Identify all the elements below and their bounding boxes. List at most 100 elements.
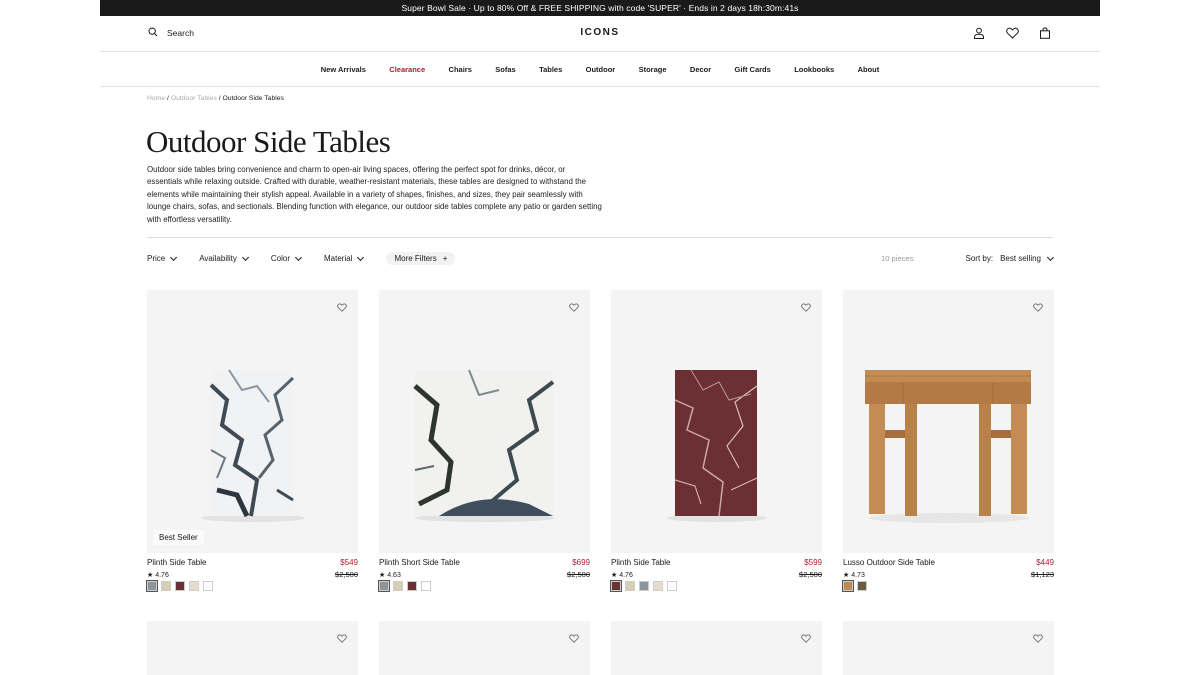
main-nav: New Arrivals Clearance Chairs Sofas Tabl… <box>100 52 1100 87</box>
product-card[interactable]: Best Seller Plinth Side Table $549 $2,50… <box>146 290 358 602</box>
wishlist-heart-icon[interactable] <box>569 299 579 312</box>
teak-wood-table-image <box>865 370 1031 523</box>
product-image[interactable] <box>611 621 822 675</box>
product-original-price: $2,500 <box>567 570 590 579</box>
promo-banner[interactable]: Super Bowl Sale · Up to 80% Off & FREE S… <box>100 0 1100 16</box>
best-seller-badge: Best Seller <box>153 530 204 545</box>
wishlist-heart-icon[interactable] <box>337 299 347 312</box>
product-card[interactable]: Lusso Outdoor Side Table $449 $1,123 ★ 4… <box>842 290 1054 602</box>
promo-text: Super Bowl Sale · Up to 80% Off & FREE S… <box>401 3 799 13</box>
product-name[interactable]: Plinth Side Table <box>147 558 206 567</box>
swatch-blue-marble[interactable] <box>639 581 649 591</box>
product-original-price: $1,123 <box>1031 570 1054 579</box>
filter-color-label: Color <box>270 254 291 263</box>
swatch-cream[interactable] <box>189 581 199 591</box>
wishlist-heart-icon[interactable] <box>569 630 579 643</box>
swatch-blue-marble[interactable] <box>378 580 390 592</box>
product-image[interactable] <box>379 290 590 553</box>
more-filters-label: More Filters <box>394 254 437 263</box>
swatch-travertine[interactable] <box>393 581 403 591</box>
page: Super Bowl Sale · Up to 80% Off & FREE S… <box>100 0 1100 675</box>
product-image[interactable]: Best Seller <box>147 290 358 553</box>
breadcrumb-current: Outdoor Side Tables <box>222 95 284 102</box>
breadcrumb-home[interactable]: Home <box>147 95 165 102</box>
wishlist-heart-icon[interactable] <box>1006 27 1019 40</box>
product-info: Plinth Side Table $549 $2,500 ★ 4.76 <box>146 558 358 602</box>
swatch-white[interactable] <box>421 581 431 591</box>
nav-item-decor[interactable]: Decor <box>678 65 723 74</box>
nav-item-about[interactable]: About <box>846 65 891 74</box>
nav-item-clearance[interactable]: Clearance <box>378 65 437 74</box>
wishlist-heart-icon[interactable] <box>1033 630 1043 643</box>
sort-dropdown[interactable]: Sort by: Best selling <box>965 253 1055 263</box>
product-sale-price: $549 <box>340 558 358 567</box>
filter-color[interactable]: Color <box>270 253 303 263</box>
product-image[interactable] <box>379 621 590 675</box>
filter-price-label: Price <box>147 254 166 263</box>
breadcrumb-outdoor-tables[interactable]: Outdoor Tables <box>171 95 217 102</box>
product-image[interactable] <box>147 621 358 675</box>
brand-logo[interactable]: ICONS <box>100 27 1100 38</box>
wishlist-heart-icon[interactable] <box>337 630 347 643</box>
nav-item-sofas[interactable]: Sofas <box>484 65 528 74</box>
color-swatches <box>146 580 213 592</box>
nav-item-gift-cards[interactable]: Gift Cards <box>723 65 783 74</box>
product-card[interactable] <box>843 621 1054 675</box>
product-card[interactable]: Plinth Short Side Table $699 $2,500 ★ 4.… <box>378 290 590 602</box>
product-name[interactable]: Lusso Outdoor Side Table <box>843 558 935 567</box>
filter-availability[interactable]: Availability <box>199 253 249 263</box>
product-rating: ★ 4.63 <box>379 572 401 579</box>
filter-material-label: Material <box>324 254 353 263</box>
nav-item-tables[interactable]: Tables <box>527 65 574 74</box>
wishlist-heart-icon[interactable] <box>1033 299 1043 312</box>
chevron-down-icon <box>1046 253 1055 261</box>
swatch-cream[interactable] <box>653 581 663 591</box>
product-name[interactable]: Plinth Side Table <box>611 558 670 567</box>
site-header: Search ICONS <box>100 16 1100 52</box>
product-card[interactable] <box>147 621 358 675</box>
product-card[interactable] <box>379 621 590 675</box>
swatch-travertine[interactable] <box>625 581 635 591</box>
swatch-blue-marble[interactable] <box>146 580 158 592</box>
swatch-travertine[interactable] <box>161 581 171 591</box>
nav-item-storage[interactable]: Storage <box>627 65 678 74</box>
product-card[interactable]: Plinth Side Table $599 $2,500 ★ 4.76 <box>610 290 822 602</box>
wishlist-heart-icon[interactable] <box>801 630 811 643</box>
nav-item-chairs[interactable]: Chairs <box>437 65 484 74</box>
white-blue-marble-cube-image <box>201 369 305 522</box>
swatch-white[interactable] <box>203 581 213 591</box>
product-sale-price: $599 <box>804 558 822 567</box>
swatch-dark-teak[interactable] <box>857 581 867 591</box>
product-card[interactable] <box>611 621 822 675</box>
product-info: Plinth Short Side Table $699 $2,500 ★ 4.… <box>378 558 590 602</box>
plus-icon: + <box>442 254 448 263</box>
page-title: Outdoor Side Tables <box>146 124 391 159</box>
product-rating: ★ 4.73 <box>843 572 865 579</box>
swatch-red-marble[interactable] <box>407 581 417 591</box>
swatch-red-marble[interactable] <box>610 580 622 592</box>
header-actions <box>973 27 1052 40</box>
nav-item-outdoor[interactable]: Outdoor <box>574 65 627 74</box>
red-marble-cube-image <box>667 369 767 522</box>
result-count: 10 pieces <box>881 254 914 263</box>
white-dark-marble-cube-image <box>413 369 555 522</box>
chevron-down-icon <box>294 253 303 261</box>
sort-label: Sort by: <box>965 254 994 263</box>
product-image[interactable] <box>843 290 1054 553</box>
nav-item-new-arrivals[interactable]: New Arrivals <box>309 65 378 74</box>
bag-icon[interactable] <box>1039 27 1052 40</box>
swatch-red-marble[interactable] <box>175 581 185 591</box>
swatch-teak[interactable] <box>842 580 854 592</box>
wishlist-heart-icon[interactable] <box>801 299 811 312</box>
product-image[interactable] <box>843 621 1054 675</box>
product-name[interactable]: Plinth Short Side Table <box>379 558 460 567</box>
product-original-price: $2,500 <box>335 570 358 579</box>
swatch-white[interactable] <box>667 581 677 591</box>
filter-material[interactable]: Material <box>324 253 365 263</box>
account-icon[interactable] <box>973 27 986 40</box>
nav-item-lookbooks[interactable]: Lookbooks <box>783 65 846 74</box>
filter-price[interactable]: Price <box>147 253 178 263</box>
product-info: Lusso Outdoor Side Table $449 $1,123 ★ 4… <box>842 558 1054 602</box>
more-filters-button[interactable]: More Filters + <box>386 252 456 265</box>
product-image[interactable] <box>611 290 822 553</box>
